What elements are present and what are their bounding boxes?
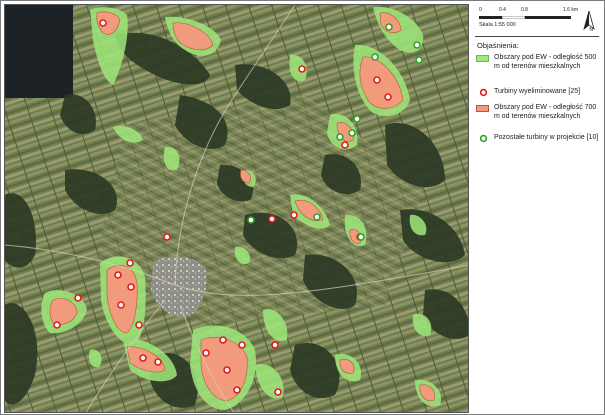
turbine-remaining-marker[interactable] [313, 213, 321, 221]
turbine-eliminated-marker[interactable] [154, 358, 162, 366]
legend-item-zone-500m: Obszary pod EW - odległość 500 m od tere… [476, 54, 600, 88]
turbine-eliminated-marker[interactable] [233, 386, 241, 394]
zone-500m-swatch [476, 55, 489, 62]
turbine-remaining-marker[interactable] [357, 233, 365, 241]
turbine-remaining-marker[interactable] [353, 115, 361, 123]
turbine-eliminated-marker[interactable] [163, 233, 171, 241]
turbine-remaining-marker[interactable] [247, 216, 255, 224]
turbine-eliminated-icon [479, 88, 488, 97]
north-label: N [589, 27, 593, 33]
turbine-remaining-marker[interactable] [348, 129, 356, 137]
turbine-eliminated-marker[interactable] [114, 271, 122, 279]
legend-item-label: Obszary pod EW - odległość 700 m od tere… [494, 104, 597, 120]
turbine-remaining-marker[interactable] [371, 53, 379, 61]
turbine-eliminated-marker[interactable] [74, 294, 82, 302]
legend-item-label: Pozostałe turbiny w projekcie [10] [494, 134, 599, 141]
scale-tick-label: 0.8 [521, 7, 528, 13]
turbine-eliminated-marker[interactable] [99, 19, 107, 27]
scale-tick-label: 1.6 km [563, 7, 579, 13]
turbine-eliminated-marker[interactable] [53, 321, 61, 329]
turbine-remaining-icon [479, 134, 488, 143]
scale-bar [479, 16, 571, 19]
satellite-map[interactable] [4, 4, 469, 413]
turbine-eliminated-marker[interactable] [117, 301, 125, 309]
scale-tick-label: 0.4 [499, 7, 506, 13]
turbine-eliminated-marker[interactable] [274, 388, 282, 396]
legend-title: Objaśnienia: [477, 41, 519, 50]
legend-panel: 0 0.4 0.8 1.6 km Skala 1:55 000 N Objaśn… [471, 4, 603, 413]
legend-item-zone-700m: Obszary pod EW - odległość 700 m od tere… [476, 104, 600, 138]
turbine-eliminated-marker[interactable] [384, 93, 392, 101]
scale-block: 0 0.4 0.8 1.6 km Skala 1:55 000 N [475, 6, 599, 37]
turbine-eliminated-marker[interactable] [373, 76, 381, 84]
turbine-eliminated-marker[interactable] [238, 341, 246, 349]
turbine-eliminated-marker[interactable] [219, 336, 227, 344]
turbine-eliminated-marker[interactable] [290, 211, 298, 219]
turbine-eliminated-marker[interactable] [127, 283, 135, 291]
turbine-remaining-marker[interactable] [415, 56, 423, 64]
legend-item-label: Obszary pod EW - odległość 500 m od tere… [494, 54, 597, 70]
legend-item-turbine-eliminated: Turbiny wyeliminowane [25] [476, 88, 600, 100]
legend-item-turbine-remaining: Pozostałe turbiny w projekcie [10] [476, 134, 600, 156]
turbine-eliminated-marker[interactable] [298, 65, 306, 73]
scale-tick-label: 0 [479, 7, 482, 13]
turbine-remaining-marker[interactable] [385, 23, 393, 31]
turbine-eliminated-marker[interactable] [268, 215, 276, 223]
turbine-eliminated-marker[interactable] [271, 341, 279, 349]
turbine-eliminated-marker[interactable] [126, 259, 134, 267]
turbine-eliminated-marker[interactable] [139, 354, 147, 362]
legend-item-label: Turbiny wyeliminowane [25] [494, 88, 581, 95]
no-imagery-area [5, 5, 73, 98]
turbine-eliminated-marker[interactable] [202, 349, 210, 357]
turbine-eliminated-marker[interactable] [341, 141, 349, 149]
turbine-eliminated-marker[interactable] [135, 321, 143, 329]
map-layout-frame: 0 0.4 0.8 1.6 km Skala 1:55 000 N Objaśn… [0, 0, 605, 415]
turbine-eliminated-marker[interactable] [223, 366, 231, 374]
turbine-remaining-marker[interactable] [336, 133, 344, 141]
turbine-remaining-marker[interactable] [413, 41, 421, 49]
scale-ratio: Skala 1:55 000 [479, 22, 516, 28]
zone-700m-swatch [476, 105, 489, 112]
